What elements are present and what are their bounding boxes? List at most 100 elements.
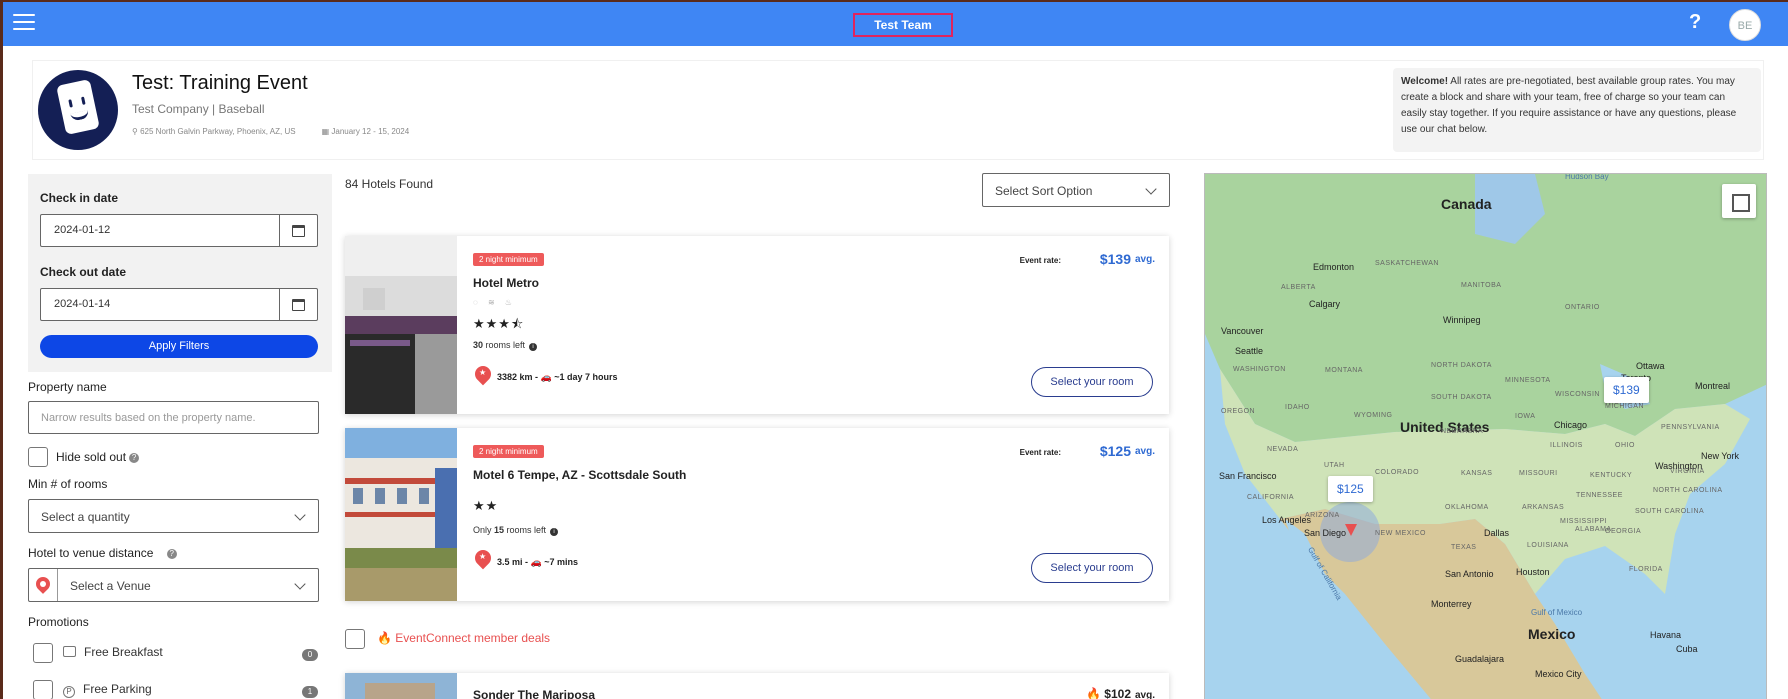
map-label-state: SOUTH CAROLINA (1635, 508, 1705, 515)
member-deals-checkbox[interactable] (345, 629, 365, 649)
map-background (1205, 174, 1766, 699)
location-pin-icon: ⚲ (132, 127, 138, 136)
user-avatar[interactable]: BE (1729, 9, 1761, 41)
help-circle-icon[interactable]: ? (129, 453, 140, 463)
venue-select[interactable]: Select a Venue (28, 568, 319, 602)
map-label-state: NORTH DAKOTA (1431, 362, 1492, 369)
hotels-found-count: 84 Hotels Found (345, 177, 434, 191)
star-rating: ★★ (473, 498, 499, 513)
event-meta: ⚲ 625 North Galvin Parkway, Phoenix, AZ,… (132, 127, 409, 136)
min-rooms-value: Select a quantity (41, 510, 130, 524)
map-label-state: MINNESOTA (1505, 377, 1551, 384)
map-price-pin[interactable]: $139 (1604, 377, 1649, 403)
map-label-country: Canada (1441, 196, 1492, 212)
map-price-pin[interactable]: $125 (1328, 476, 1373, 502)
welcome-text: All rates are pre-negotiated, best avail… (1401, 76, 1737, 135)
free-parking-checkbox[interactable] (33, 680, 53, 699)
flame-icon: 🔥 (377, 631, 392, 645)
hotel-card[interactable]: 2 night minimum Motel 6 Tempe, AZ - Scot… (345, 428, 1169, 601)
parking-icon: P (63, 686, 75, 698)
rate-avg: avg. (1134, 446, 1155, 457)
property-name-placeholder: Narrow results based on the property nam… (41, 412, 256, 424)
team-name-button[interactable]: Test Team (853, 13, 953, 37)
map-label-state: UTAH (1324, 462, 1345, 469)
property-name-label: Property name (28, 380, 107, 394)
map-label-city: Seattle (1235, 346, 1264, 356)
fullscreen-icon[interactable] (1722, 184, 1756, 218)
hotel-name[interactable]: Sonder The Mariposa (473, 688, 595, 699)
property-name-input[interactable]: Narrow results based on the property nam… (28, 401, 319, 434)
hotel-photo[interactable] (345, 673, 457, 699)
map-label-state: NEW MEXICO (1375, 530, 1426, 537)
map-label-water: Gulf of Mexico (1531, 608, 1583, 617)
map-label-state: TENNESSEE (1576, 492, 1623, 499)
sort-placeholder: Select Sort Option (995, 184, 1093, 198)
map-label-state: PENNSYLVANIA (1661, 424, 1720, 431)
hotel-card[interactable]: Sonder The Mariposa 🔥 $102 avg. (345, 673, 1169, 699)
hotel-name[interactable]: Hotel Metro (473, 276, 539, 290)
date-filter-panel: Check in date 2024-01-12 Check out date … (28, 174, 332, 372)
checkout-calendar-button[interactable] (279, 289, 317, 320)
map-label-city: Edmonton (1313, 262, 1355, 272)
hotel-name[interactable]: Motel 6 Tempe, AZ - Scottsdale South (473, 468, 686, 482)
map-label-state: ONTARIO (1565, 304, 1600, 311)
map-label-city: Calgary (1309, 299, 1341, 309)
min-rooms-select[interactable]: Select a quantity (28, 499, 319, 533)
map-label-city: San Diego (1304, 528, 1347, 538)
checkout-date-input[interactable]: 2024-01-14 (40, 288, 318, 321)
help-circle-icon[interactable]: ? (166, 549, 177, 559)
amenity-icons: ◌ ≋ ♨ (473, 298, 517, 307)
event-address: ⚲ 625 North Galvin Parkway, Phoenix, AZ,… (132, 127, 296, 136)
checkin-date-input[interactable]: 2024-01-12 (40, 214, 318, 247)
event-rate-price: $139 (1099, 251, 1131, 267)
map-label-state: MANITOBA (1461, 282, 1502, 289)
info-icon[interactable]: i (529, 343, 538, 351)
info-icon[interactable]: i (550, 528, 559, 536)
map-label-state: CALIFORNIA (1247, 494, 1295, 501)
rooms-prefix: Only (473, 525, 495, 535)
calendar-icon (292, 298, 305, 311)
member-deals-text: EventConnect member deals (395, 631, 551, 645)
menu-icon[interactable] (13, 14, 35, 32)
map-label-state: MISSOURI (1519, 470, 1558, 477)
map-label-state: MICHIGAN (1605, 403, 1644, 410)
map-label-state: KANSAS (1461, 470, 1493, 477)
map-label-city: Vancouver (1221, 326, 1264, 336)
map-label-city: Guadalajara (1455, 654, 1505, 664)
map-label-city: Ottawa (1636, 361, 1665, 371)
map-label-city: Mexico City (1535, 669, 1582, 679)
free-breakfast-checkbox[interactable] (33, 643, 53, 663)
map-label-state: COLORADO (1375, 469, 1420, 476)
checkout-value: 2024-01-14 (54, 298, 111, 310)
hotel-photo[interactable] (345, 428, 457, 601)
map-label-city: Chicago (1554, 420, 1588, 430)
min-nights-badge: 2 night minimum (473, 445, 544, 458)
sort-select[interactable]: Select Sort Option (982, 173, 1170, 207)
chevron-down-icon (1145, 183, 1157, 195)
venue-distance-label: Hotel to venue distance ? (28, 546, 177, 560)
checkin-label: Check in date (40, 191, 119, 205)
event-rate-price: 🔥 $102 (1086, 687, 1131, 699)
hotel-card[interactable]: 2 night minimum Hotel Metro ◌ ≋ ♨ ★★★⯪ 3… (345, 236, 1169, 414)
distance-text: 3.5 mi - 🚗 ~7 mins (497, 557, 578, 567)
map-label-state: SOUTH DAKOTA (1431, 394, 1492, 401)
chevron-down-icon (294, 509, 306, 521)
apply-filters-button[interactable]: Apply Filters (40, 335, 318, 358)
hotel-photo[interactable] (345, 236, 457, 414)
hotel-map[interactable]: Canada United States Mexico Cuba Edmonto… (1204, 173, 1767, 699)
venue-value: Select a Venue (70, 579, 151, 593)
map-label-state: WYOMING (1354, 412, 1393, 419)
price-text: $102 (1104, 687, 1131, 699)
hide-sold-out-checkbox[interactable] (28, 447, 48, 467)
help-icon[interactable]: ? (1689, 11, 1701, 34)
map-label-city: Montreal (1695, 381, 1731, 391)
min-rooms-label: Min # of rooms (28, 477, 108, 491)
map-label-state: KENTUCKY (1590, 472, 1633, 479)
min-nights-badge: 2 night minimum (473, 253, 544, 266)
rooms-count: 15 (494, 525, 505, 535)
select-room-button[interactable]: Select your room (1031, 553, 1153, 583)
select-room-button[interactable]: Select your room (1031, 367, 1153, 397)
calendar-icon: ▦ (321, 127, 330, 136)
checkin-calendar-button[interactable] (279, 215, 317, 246)
map-label-state: OKLAHOMA (1445, 504, 1489, 511)
